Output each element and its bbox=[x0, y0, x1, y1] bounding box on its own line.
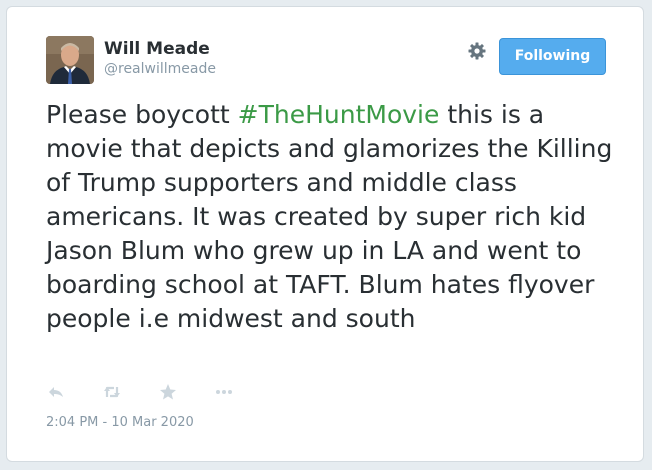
tweet-timestamp[interactable]: 2:04 PM - 10 Mar 2020 bbox=[46, 415, 194, 430]
reply-icon[interactable] bbox=[46, 382, 66, 402]
gear-icon[interactable] bbox=[467, 41, 487, 61]
tweet-text-start: Please boycott bbox=[46, 100, 238, 129]
user-display-name[interactable]: Will Meade bbox=[104, 39, 210, 59]
following-button[interactable]: Following bbox=[499, 38, 606, 75]
hashtag-link[interactable]: #TheHuntMovie bbox=[238, 100, 440, 129]
more-options-icon[interactable] bbox=[214, 382, 234, 402]
tweet-text-rest: this is a movie that depicts and glamori… bbox=[46, 100, 613, 333]
tweet-card: Will Meade @realwillmeade Following Plea… bbox=[6, 6, 644, 462]
tweet-text: Please boycott #TheHuntMovie this is a m… bbox=[46, 98, 616, 336]
user-handle[interactable]: @realwillmeade bbox=[104, 61, 216, 77]
favorite-star-icon[interactable] bbox=[158, 382, 178, 402]
avatar-portrait-icon bbox=[46, 36, 94, 84]
user-avatar[interactable] bbox=[46, 36, 94, 84]
retweet-icon[interactable] bbox=[102, 382, 122, 402]
